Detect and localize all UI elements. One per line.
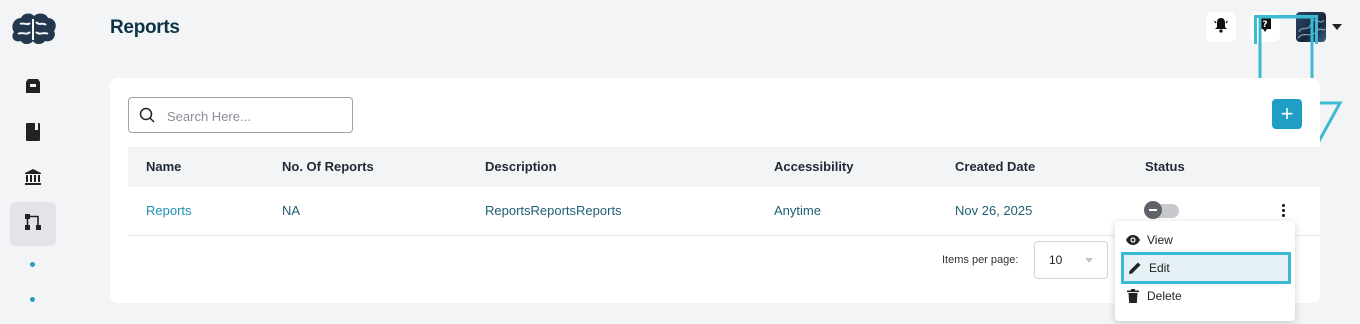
box-icon — [24, 77, 42, 100]
brain-logo-icon[interactable] — [8, 10, 58, 46]
column-header-name[interactable]: Name — [146, 159, 181, 174]
workflow-icon — [24, 213, 42, 236]
dropdown-arrow-icon — [1085, 258, 1093, 263]
pencil-icon — [1127, 260, 1143, 276]
column-header-status[interactable]: Status — [1145, 159, 1185, 174]
menu-item-view[interactable]: View — [1125, 226, 1289, 254]
column-header-created-date[interactable]: Created Date — [955, 159, 1035, 174]
report-description: ReportsReportsReports — [485, 203, 622, 218]
sidebar-item-book[interactable] — [10, 112, 56, 156]
book-icon — [25, 122, 41, 147]
sidebar-subitem-dot[interactable] — [30, 262, 35, 267]
column-header-no-of-reports[interactable]: No. Of Reports — [282, 159, 374, 174]
page-title: Reports — [110, 17, 180, 38]
menu-item-label: Delete — [1147, 289, 1182, 303]
menu-item-delete[interactable]: Delete — [1125, 282, 1289, 310]
report-count: NA — [282, 203, 301, 218]
toggle-knob — [1144, 201, 1162, 219]
eye-icon — [1125, 232, 1141, 248]
row-actions-menu: View Edit Delete — [1115, 221, 1295, 321]
items-per-page-value: 10 — [1049, 253, 1063, 267]
sidebar — [0, 0, 65, 324]
search-box[interactable] — [128, 97, 353, 133]
search-icon — [139, 107, 155, 128]
search-input[interactable] — [165, 104, 349, 128]
menu-item-label: View — [1147, 233, 1173, 247]
sidebar-item-workflow[interactable] — [10, 202, 56, 246]
report-accessibility: Anytime — [774, 203, 821, 218]
menu-item-label: Edit — [1149, 261, 1170, 275]
table-header: Name No. Of Reports Description Accessib… — [128, 147, 1320, 187]
bank-icon — [24, 168, 42, 191]
report-name-link[interactable]: Reports — [146, 203, 192, 218]
status-toggle[interactable] — [1144, 201, 1179, 219]
column-header-description[interactable]: Description — [485, 159, 557, 174]
trash-icon — [1125, 288, 1141, 304]
items-per-page-label: Items per page: — [942, 254, 1019, 266]
sidebar-subitem-dot[interactable] — [30, 297, 35, 302]
report-created-date: Nov 26, 2025 — [955, 203, 1033, 218]
sidebar-item-bank[interactable] — [10, 157, 56, 201]
more-vertical-icon[interactable] — [1280, 204, 1286, 220]
menu-item-edit[interactable]: Edit — [1121, 252, 1291, 284]
column-header-accessibility[interactable]: Accessibility — [774, 159, 854, 174]
items-per-page-select[interactable]: 10 — [1034, 241, 1108, 279]
sidebar-item-box[interactable] — [10, 66, 56, 110]
add-report-button[interactable]: + — [1272, 99, 1302, 129]
